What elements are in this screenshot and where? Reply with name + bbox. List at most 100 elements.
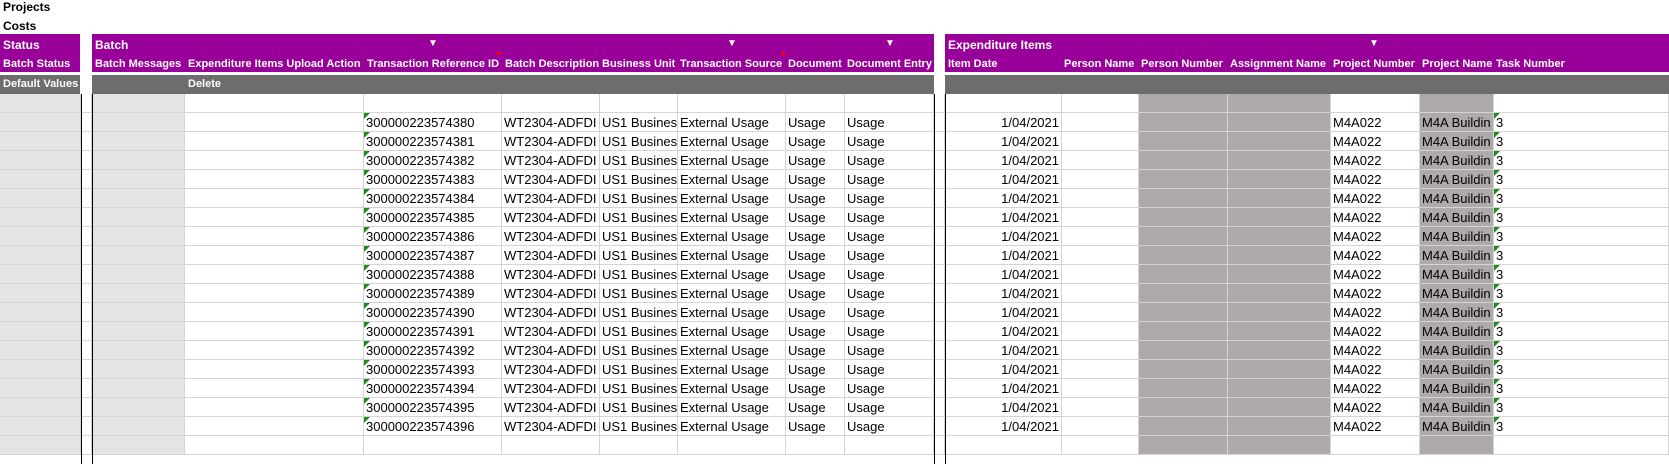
- grid-cell[interactable]: [1139, 265, 1228, 284]
- grid-cell[interactable]: [1062, 265, 1139, 284]
- grid-cell[interactable]: [92, 303, 185, 322]
- grid-cell[interactable]: [81, 417, 92, 436]
- header-document[interactable]: Document: [788, 58, 842, 70]
- grid-cell[interactable]: [1228, 151, 1331, 170]
- cell-document[interactable]: Usage: [786, 151, 845, 170]
- cell-batch-desc[interactable]: WT2304-ADFDI: [502, 227, 600, 246]
- cell-business-unit[interactable]: US1 Business: [600, 189, 678, 208]
- grid-cell[interactable]: [934, 113, 945, 132]
- grid-cell[interactable]: [1139, 436, 1228, 455]
- cell-task-number[interactable]: 3: [1494, 113, 1669, 132]
- grid-cell[interactable]: [185, 208, 364, 227]
- cell-task-number[interactable]: 3: [1494, 398, 1669, 417]
- grid-cell[interactable]: [185, 303, 364, 322]
- grid-cell[interactable]: [1062, 246, 1139, 265]
- cell-txn-source[interactable]: External Usage: [678, 189, 786, 208]
- grid-cell[interactable]: [1420, 94, 1494, 113]
- cell-project-name[interactable]: M4A Buildin: [1420, 246, 1494, 265]
- cell-document-entry[interactable]: Usage: [845, 284, 934, 303]
- grid-cell[interactable]: [81, 208, 92, 227]
- grid-cell[interactable]: [92, 170, 185, 189]
- grid-cell[interactable]: [0, 246, 81, 265]
- cell-project-number[interactable]: M4A022: [1331, 284, 1420, 303]
- cell-task-number[interactable]: 3: [1494, 265, 1669, 284]
- cell-item-date[interactable]: 1/04/2021: [945, 151, 1062, 170]
- cell-document-entry[interactable]: Usage: [845, 379, 934, 398]
- cell-batch-desc[interactable]: WT2304-ADFDI: [502, 379, 600, 398]
- cell-project-name[interactable]: M4A Buildin: [1420, 341, 1494, 360]
- grid-cell[interactable]: [92, 113, 185, 132]
- cell-document-entry[interactable]: Usage: [845, 208, 934, 227]
- cell-project-name[interactable]: M4A Buildin: [1420, 208, 1494, 227]
- cell-document-entry[interactable]: Usage: [845, 341, 934, 360]
- grid-cell[interactable]: [92, 94, 185, 113]
- cell-txn-source[interactable]: External Usage: [678, 151, 786, 170]
- grid-cell[interactable]: [1139, 189, 1228, 208]
- cell-document[interactable]: Usage: [786, 246, 845, 265]
- cell-project-name[interactable]: M4A Buildin: [1420, 379, 1494, 398]
- cell-ref[interactable]: 300000223574390: [364, 303, 502, 322]
- grid-cell[interactable]: [502, 436, 600, 455]
- grid-cell[interactable]: [81, 189, 92, 208]
- grid-cell[interactable]: [1228, 379, 1331, 398]
- cell-ref[interactable]: 300000223574382: [364, 151, 502, 170]
- grid-cell[interactable]: [1062, 208, 1139, 227]
- cell-business-unit[interactable]: US1 Business: [600, 341, 678, 360]
- grid-cell[interactable]: [678, 94, 786, 113]
- grid-cell[interactable]: [600, 436, 678, 455]
- grid-cell[interactable]: [0, 208, 81, 227]
- header-person-name[interactable]: Person Name: [1064, 58, 1134, 70]
- grid-cell[interactable]: [92, 398, 185, 417]
- grid-cell[interactable]: [1228, 341, 1331, 360]
- grid-cell[interactable]: [92, 379, 185, 398]
- cell-batch-desc[interactable]: WT2304-ADFDI: [502, 170, 600, 189]
- grid-cell[interactable]: [934, 341, 945, 360]
- grid-cell[interactable]: [92, 208, 185, 227]
- grid-cell[interactable]: [934, 132, 945, 151]
- cell-task-number[interactable]: 3: [1494, 189, 1669, 208]
- grid-cell[interactable]: [81, 284, 92, 303]
- grid-cell[interactable]: [0, 227, 81, 246]
- cell-project-number[interactable]: M4A022: [1331, 208, 1420, 227]
- grid-cell[interactable]: [0, 360, 81, 379]
- cell-item-date[interactable]: 1/04/2021: [945, 246, 1062, 265]
- grid-cell[interactable]: [92, 341, 185, 360]
- grid-cell[interactable]: [1228, 170, 1331, 189]
- cell-task-number[interactable]: 3: [1494, 322, 1669, 341]
- grid-cell[interactable]: [0, 94, 81, 113]
- cell-item-date[interactable]: 1/04/2021: [945, 322, 1062, 341]
- cell-batch-desc[interactable]: WT2304-ADFDI: [502, 284, 600, 303]
- grid-cell[interactable]: [1062, 189, 1139, 208]
- cell-task-number[interactable]: 3: [1494, 132, 1669, 151]
- grid-cell[interactable]: [1139, 94, 1228, 113]
- cell-txn-source[interactable]: External Usage: [678, 379, 786, 398]
- grid-cell[interactable]: [81, 151, 92, 170]
- cell-document[interactable]: Usage: [786, 341, 845, 360]
- cell-project-number[interactable]: M4A022: [1331, 379, 1420, 398]
- cell-document[interactable]: Usage: [786, 379, 845, 398]
- cell-business-unit[interactable]: US1 Business: [600, 113, 678, 132]
- cell-task-number[interactable]: 3: [1494, 208, 1669, 227]
- cell-project-name[interactable]: M4A Buildin: [1420, 227, 1494, 246]
- grid-cell[interactable]: [185, 360, 364, 379]
- grid-cell[interactable]: [845, 94, 934, 113]
- cell-project-number[interactable]: M4A022: [1331, 417, 1420, 436]
- cell-item-date[interactable]: 1/04/2021: [945, 379, 1062, 398]
- grid-cell[interactable]: [1228, 94, 1331, 113]
- grid-cell[interactable]: [1139, 398, 1228, 417]
- cell-business-unit[interactable]: US1 Business: [600, 246, 678, 265]
- cell-ref[interactable]: 300000223574383: [364, 170, 502, 189]
- header-assignment-name[interactable]: Assignment Name: [1230, 58, 1326, 70]
- cell-ref[interactable]: 300000223574394: [364, 379, 502, 398]
- grid-cell[interactable]: [185, 246, 364, 265]
- grid-cell[interactable]: [81, 436, 92, 455]
- cell-item-date[interactable]: 1/04/2021: [945, 132, 1062, 151]
- grid-cell[interactable]: [934, 284, 945, 303]
- grid-cell[interactable]: [0, 113, 81, 132]
- cell-document[interactable]: Usage: [786, 417, 845, 436]
- cell-project-name[interactable]: M4A Buildin: [1420, 170, 1494, 189]
- header-batch-description[interactable]: Batch Description: [505, 58, 599, 70]
- cell-project-number[interactable]: M4A022: [1331, 132, 1420, 151]
- grid-cell[interactable]: [92, 189, 185, 208]
- cell-document-entry[interactable]: Usage: [845, 151, 934, 170]
